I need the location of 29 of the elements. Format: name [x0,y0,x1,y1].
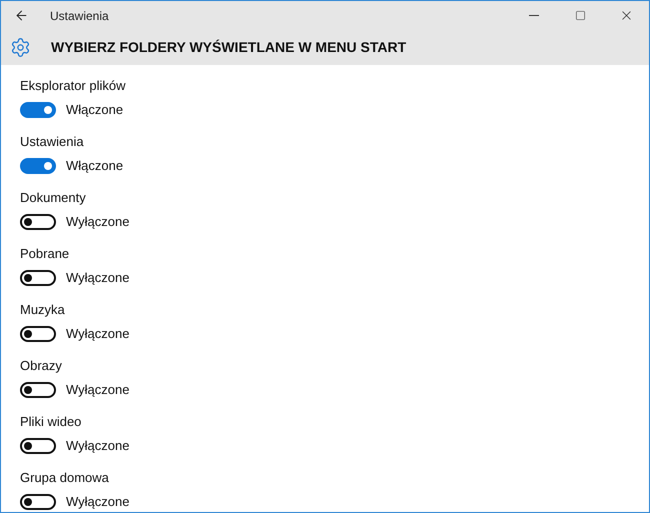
toggle-state-text: Wyłączone [66,325,130,343]
toggle-switch[interactable] [20,494,56,510]
toggle-state-text: Włączone [66,157,124,175]
toggle-state-text: Wyłączone [66,269,130,287]
toggle-switch[interactable] [20,158,56,174]
setting-label: Pliki wideo [20,413,82,431]
toggle-state-text: Wyłączone [66,213,130,231]
toggle-switch[interactable] [20,102,56,118]
setting-label: Pobrane [20,245,70,263]
toggle-switch[interactable] [20,326,56,342]
window-title: Ustawienia [50,8,109,24]
setting-label: Grupa domowa [20,469,110,487]
minimize-icon [529,15,539,16]
setting-label: Muzyka [20,301,66,319]
toggle-state-text: Wyłączone [66,437,130,455]
page-title: WYBIERZ FOLDERY WYŚWIETLANE W MENU START [51,38,406,57]
toggle-state-text: Wyłączone [66,493,130,511]
toggle-state-text: Włączone [66,101,124,119]
toggle-switch[interactable] [20,438,56,454]
maximize-icon [574,10,586,21]
setting-label: Ustawienia [20,133,85,151]
setting-label: Dokumenty [20,189,87,207]
settings-icon [10,37,31,58]
setting-label: Eksplorator plików [20,77,126,95]
toggle-state-text: Wyłączone [66,381,130,399]
setting-label: Obrazy [20,357,63,375]
toggle-switch[interactable] [20,214,56,230]
toggle-switch[interactable] [20,382,56,398]
toggle-switch[interactable] [20,270,56,286]
